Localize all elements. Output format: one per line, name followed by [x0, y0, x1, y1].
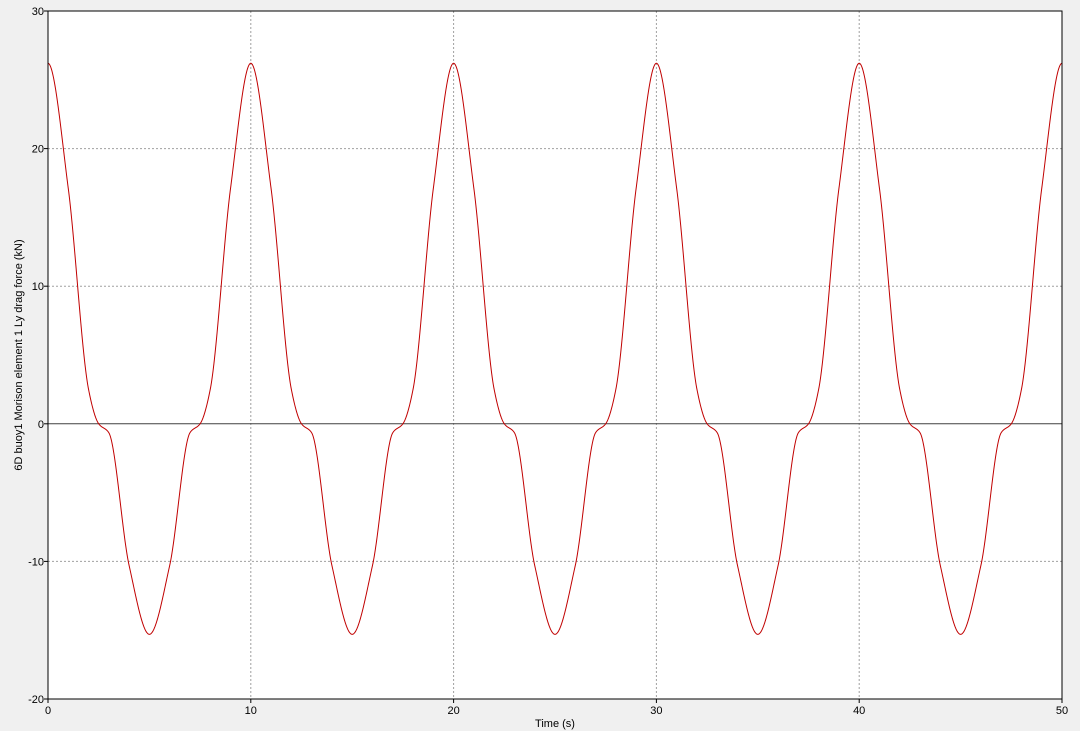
y-tick-label: 10 [32, 281, 44, 293]
y-tick-label: -10 [28, 556, 44, 568]
x-axis-title: Time (s) [535, 718, 575, 730]
x-tick-label: 0 [45, 705, 51, 717]
y-tick-label: 30 [32, 6, 44, 18]
chart-window: 0 10 20 30 40 50 -20 -10 0 10 20 30 Time (s) 6D buo… [0, 0, 1080, 731]
y-tick-label: -20 [28, 694, 44, 706]
x-tick-label: 30 [650, 705, 662, 717]
y-tick-label: 20 [32, 144, 44, 156]
x-tick-label: 10 [245, 705, 257, 717]
y-tick-label: 0 [38, 419, 44, 431]
x-tick-label: 40 [853, 705, 865, 717]
x-tick-label: 20 [447, 705, 459, 717]
plot-area [48, 11, 1062, 699]
x-tick-label: 50 [1056, 705, 1068, 717]
y-axis-title: 6D buoy1 Morison element 1 Ly drag force… [13, 239, 25, 470]
time-history-chart: 0 10 20 30 40 50 -20 -10 0 10 20 30 Time (s) 6D buo… [13, 6, 1068, 730]
